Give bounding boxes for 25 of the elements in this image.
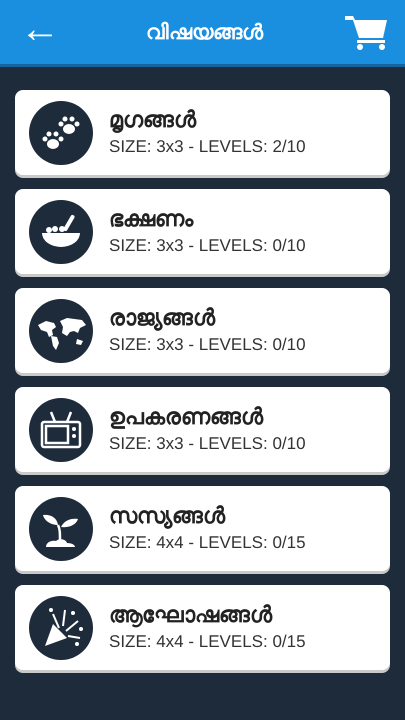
category-card[interactable]: ഭക്ഷണം SIZE: 3x3 - LEVELS: 0/10 [15,189,390,274]
category-name: മൃഗങ്ങൾ [109,108,198,133]
category-icon [29,200,93,264]
page-title: വിഷയങ്ങൾ [146,20,263,44]
category-icon [29,496,93,560]
category-name: ഭക്ഷണം [109,207,195,232]
category-card[interactable]: രാജ്യങ്ങൾ SIZE: 3x3 - LEVELS: 0/10 [15,288,390,373]
category-info: SIZE: 3x3 - LEVELS: 2/10 [109,137,306,157]
category-icon [29,596,93,660]
category-info: SIZE: 4x4 - LEVELS: 0/15 [109,533,306,553]
category-icon [29,398,93,462]
category-name: രാജ്യങ്ങൾ [109,306,216,331]
category-name: സസ്യങ്ങൾ [109,504,226,529]
category-info: SIZE: 3x3 - LEVELS: 0/10 [109,236,306,256]
category-info: SIZE: 4x4 - LEVELS: 0/15 [109,632,306,652]
category-card[interactable]: മൃഗങ്ങൾ SIZE: 3x3 - LEVELS: 2/10 [15,90,390,175]
category-icon [29,298,93,362]
category-card[interactable]: ആഘോഷങ്ങൾ SIZE: 4x4 - LEVELS: 0/15 [15,585,390,670]
category-name: ഉപകരണങ്ങൾ [109,405,264,430]
category-icon [29,100,93,164]
category-card[interactable]: ഉപകരണങ്ങൾ SIZE: 3x3 - LEVELS: 0/10 [15,387,390,472]
category-info: SIZE: 3x3 - LEVELS: 0/10 [109,434,306,454]
category-name: ആഘോഷങ്ങൾ [109,603,274,628]
category-info: SIZE: 3x3 - LEVELS: 0/10 [109,335,306,355]
category-card[interactable]: സസ്യങ്ങൾ SIZE: 4x4 - LEVELS: 0/15 [15,486,390,571]
